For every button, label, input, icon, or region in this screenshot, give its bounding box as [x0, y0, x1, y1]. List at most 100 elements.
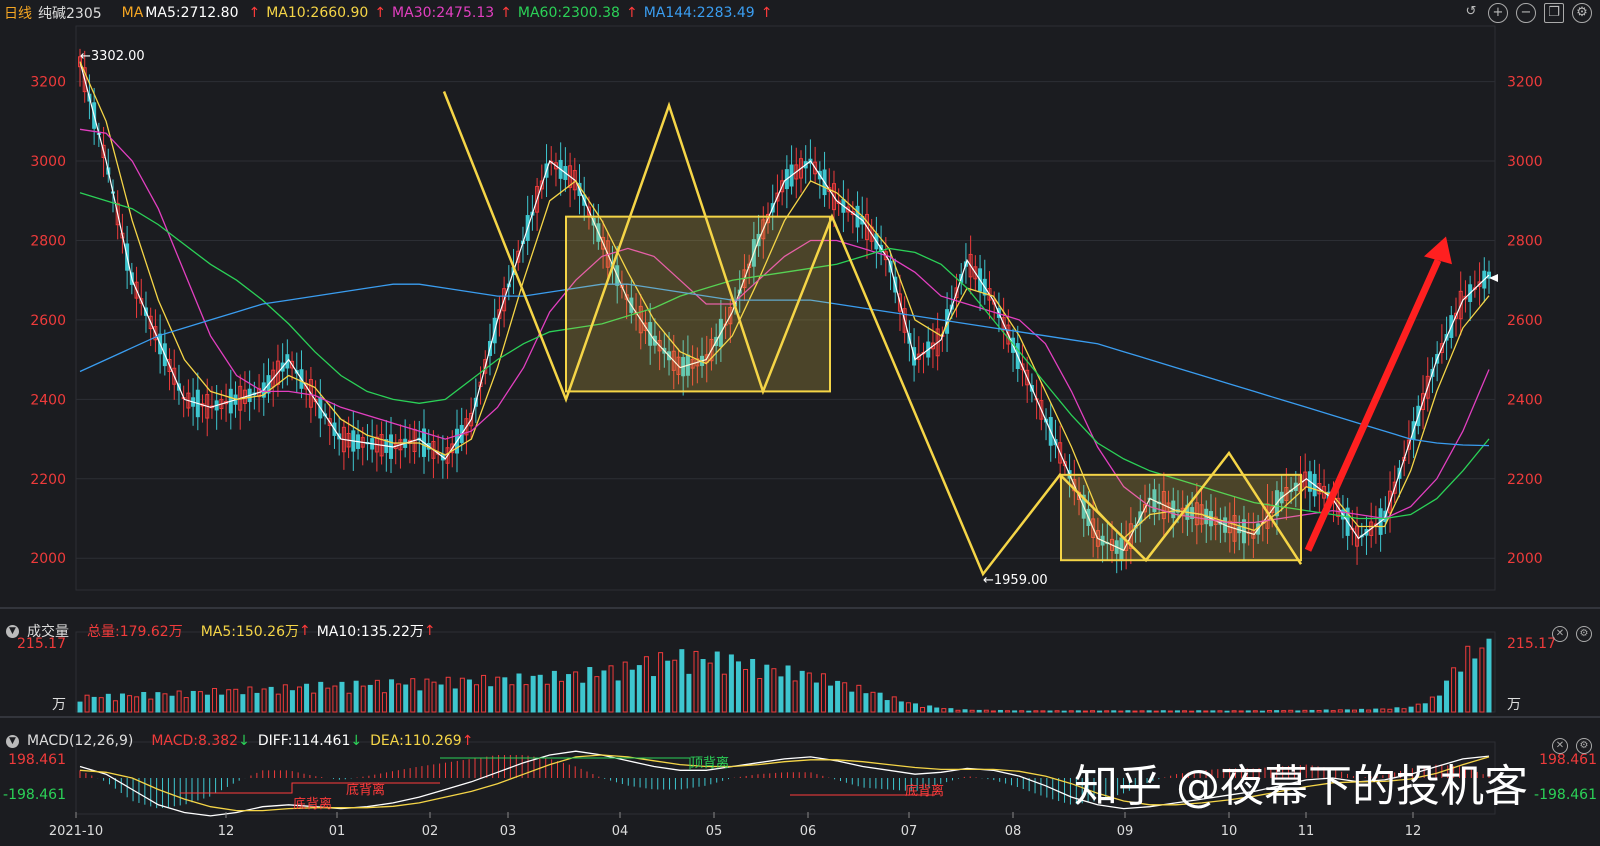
volume-bar: [509, 684, 515, 713]
volume-bar: [1012, 710, 1018, 713]
volume-bar: [495, 676, 501, 713]
volume-bar: [700, 659, 706, 713]
volume-bar: [721, 673, 727, 713]
macd-panel-header: ▼ MACD(12,26,9) MACD:8.382 ↓ DIFF:114.46…: [6, 733, 485, 749]
volume-bar: [587, 667, 593, 713]
y-tick-label-left: 3000: [30, 154, 66, 170]
dea-value: DEA:110.269: [370, 733, 462, 749]
volume-bar: [346, 692, 352, 713]
volume-bar: [417, 690, 423, 713]
y-tick-label-right: 2400: [1507, 392, 1543, 408]
y-tick-label-left: 2600: [30, 313, 66, 329]
volume-settings-icon[interactable]: ⚙: [1576, 626, 1592, 642]
volume-bar: [615, 680, 621, 713]
volume-bar: [1203, 710, 1209, 713]
volume-bar: [1189, 710, 1195, 713]
volume-bar: [1075, 710, 1081, 713]
volume-bar: [594, 676, 600, 713]
volume-bar: [558, 680, 564, 713]
volume-bar: [1479, 647, 1485, 713]
diff-down-arrow-icon: ↓: [350, 733, 363, 749]
x-tick-label: 04: [612, 824, 629, 839]
volume-bar: [127, 695, 133, 713]
volume-bar: [1472, 658, 1478, 713]
volume-bar: [828, 685, 834, 713]
volume-bar: [1366, 709, 1372, 713]
diff-value: DIFF:114.461: [257, 733, 351, 749]
volume-bar: [98, 697, 104, 713]
volume-bar: [226, 689, 232, 713]
volume-bar: [1139, 710, 1145, 713]
volume-bar: [1097, 710, 1103, 713]
volume-bar: [1146, 710, 1152, 713]
x-tick-label: 09: [1117, 824, 1134, 839]
volume-bar: [1422, 703, 1428, 713]
volume-bar: [1182, 710, 1188, 713]
volume-bar: [367, 684, 373, 713]
volume-bar: [1231, 710, 1237, 713]
volume-bar: [835, 680, 841, 713]
volume-bar: [1167, 710, 1173, 713]
volume-bar: [601, 670, 607, 713]
volume-bar: [360, 685, 366, 713]
volume-bar: [1217, 710, 1223, 713]
volume-bar: [1281, 710, 1287, 713]
volume-bar: [771, 668, 777, 713]
volume-bar: [927, 705, 933, 713]
low-price-annotation: ←1959.00: [983, 573, 1048, 588]
volume-bar: [679, 649, 685, 713]
volume-bar: [339, 681, 345, 713]
volume-ma5-up-arrow-icon: ↑: [298, 623, 311, 639]
volume-bar: [523, 684, 529, 713]
x-tick-label: 05: [706, 824, 723, 839]
volume-bar: [261, 688, 267, 713]
x-tick-label: 03: [500, 824, 517, 839]
volume-bar: [1068, 710, 1074, 713]
volume-bar: [1153, 710, 1159, 713]
volume-bar: [1486, 638, 1492, 713]
collapse-macd-icon[interactable]: ▼: [6, 734, 19, 748]
close-macd-icon[interactable]: ✕: [1552, 738, 1568, 754]
volume-bar: [1351, 709, 1357, 713]
x-tick-label: 06: [800, 824, 817, 839]
y-tick-label-right: 2600: [1507, 313, 1543, 329]
close-volume-icon[interactable]: ✕: [1552, 626, 1568, 642]
volume-bar: [849, 691, 855, 713]
volume-bar: [254, 692, 260, 713]
volume-bar: [735, 661, 741, 713]
volume-bar: [304, 683, 310, 713]
volume-bar: [1458, 671, 1464, 713]
volume-bar: [1104, 710, 1110, 713]
volume-bar: [693, 650, 699, 713]
volume-bar: [651, 676, 657, 713]
x-tick-label: 12: [1405, 824, 1422, 839]
x-tick-label: 07: [901, 824, 918, 839]
volume-bar: [1033, 710, 1039, 713]
macd-settings-icon[interactable]: ⚙: [1576, 738, 1592, 754]
macd-bottom-tick-right: -198.461: [1534, 787, 1597, 803]
volume-bar: [792, 680, 798, 713]
volume-bar: [389, 679, 395, 713]
volume-bar: [544, 683, 550, 713]
volume-bar: [1436, 695, 1442, 713]
volume-bar: [332, 685, 338, 713]
volume-bar: [707, 662, 713, 713]
volume-ma5: MA5:150.26万: [200, 624, 299, 640]
volume-bar: [481, 674, 487, 713]
volume-bar: [1337, 709, 1343, 713]
kline-chart[interactable]: 3200 3200 3000 3000 2800 2800 2600 2600 2400 2400…: [0, 0, 1600, 846]
volume-bar: [431, 681, 437, 713]
volume-bar: [1210, 710, 1216, 713]
volume-bar: [381, 692, 387, 713]
watermark: 知乎 @夜幕下的投机客: [1074, 761, 1528, 812]
volume-bar: [438, 684, 444, 713]
macd-panel-controls: ✕ ⚙: [1552, 738, 1592, 754]
volume-bar: [1019, 710, 1025, 713]
volume-bar: [374, 679, 380, 713]
volume-bar: [1061, 710, 1067, 713]
macd-bottom-tick-left: -198.461: [3, 787, 66, 803]
divergence-label: 底背离: [346, 782, 385, 798]
volume-bar: [714, 651, 720, 713]
collapse-volume-icon[interactable]: ▼: [6, 624, 19, 638]
volume-bar: [1118, 710, 1124, 713]
